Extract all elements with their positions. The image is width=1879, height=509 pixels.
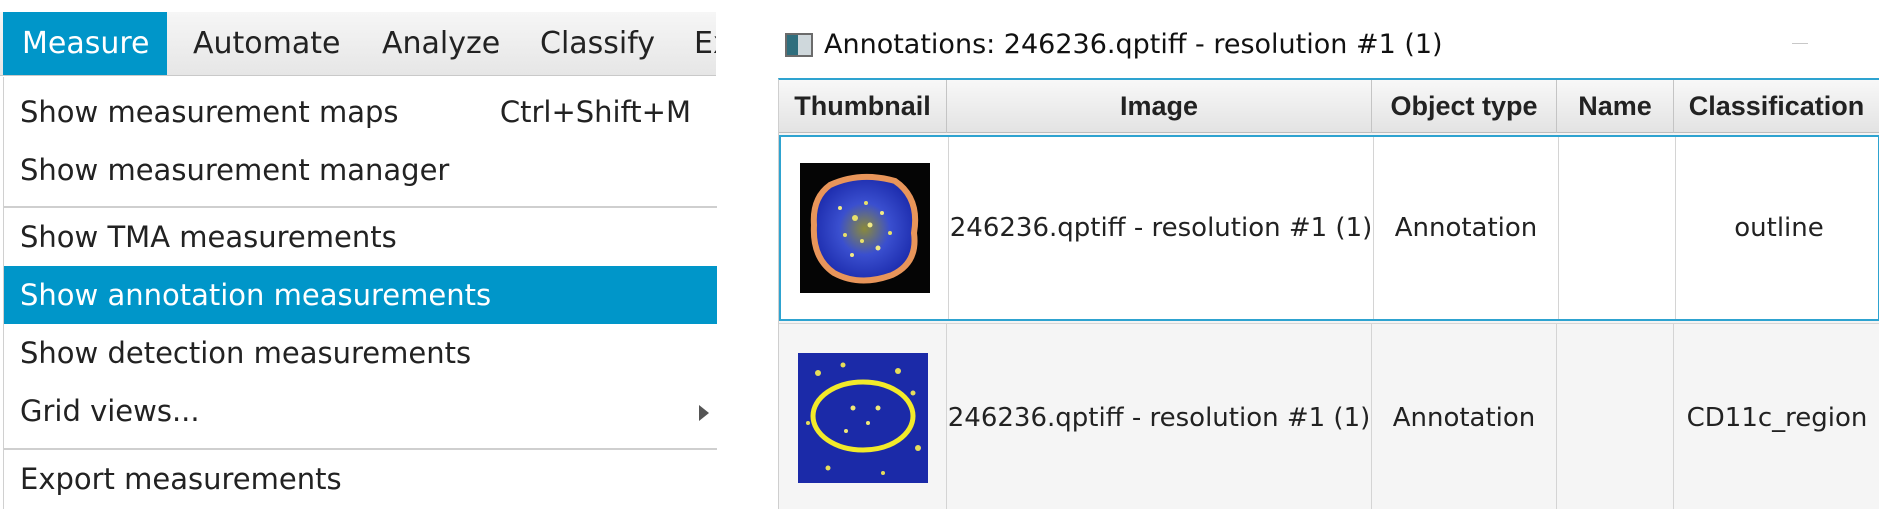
submenu-arrow-icon [699, 405, 709, 421]
measure-dropdown-menu: Show measurement maps Ctrl+Shift+M Show … [3, 77, 717, 509]
name-cell [1559, 137, 1676, 319]
menu-item-show-detection-measurements[interactable]: Show detection measurements [4, 324, 717, 382]
column-header-object-type[interactable]: Object type [1372, 80, 1557, 133]
thumbnail-cell [781, 137, 949, 319]
menu-item-label: Show measurement manager [20, 153, 450, 187]
table-header: Thumbnail Image Object type Name Classif… [779, 80, 1879, 133]
shortcut-label: Ctrl+Shift+M [499, 95, 691, 129]
menu-item-grid-views[interactable]: Grid views... [4, 382, 717, 440]
app-window-icon [785, 33, 813, 57]
table-row[interactable]: 246236.qptiff - resolution #1 (1) Annota… [779, 135, 1879, 321]
menu-classify[interactable]: Classify [540, 12, 655, 75]
menu-automate[interactable]: Automate [193, 12, 340, 75]
column-header-name[interactable]: Name [1557, 80, 1674, 133]
menu-item-label: Show annotation measurements [20, 278, 492, 312]
annotations-table: Thumbnail Image Object type Name Classif… [778, 78, 1879, 509]
column-header-classification[interactable]: Classification [1674, 80, 1879, 133]
menu-extensions[interactable]: Ex [694, 12, 716, 75]
menu-item-label: Grid views... [20, 394, 200, 428]
image-cell: 246236.qptiff - resolution #1 (1) [949, 137, 1374, 319]
menu-item-label: Show measurement maps [20, 95, 399, 129]
annotation-thumbnail-cd11c [797, 352, 928, 483]
minimize-icon[interactable] [1792, 43, 1808, 44]
window-title: Annotations: 246236.qptiff - resolution … [824, 29, 1443, 60]
menu-item-show-tma-measurements[interactable]: Show TMA measurements [4, 208, 717, 266]
column-header-thumbnail[interactable]: Thumbnail [779, 80, 947, 133]
image-cell: 246236.qptiff - resolution #1 (1) [947, 324, 1372, 509]
classification-cell: outline [1734, 213, 1824, 243]
name-cell [1557, 324, 1674, 509]
object-type-cell: Annotation [1374, 137, 1559, 319]
menu-bar: Measure Automate Analyze Classify Ex [0, 12, 716, 76]
menu-measure[interactable]: Measure [3, 12, 167, 75]
menu-item-label: Show TMA measurements [20, 220, 397, 254]
thumbnail-cell [779, 324, 947, 509]
table-row[interactable]: 246236.qptiff - resolution #1 (1) Annota… [779, 323, 1879, 509]
column-header-image[interactable]: Image [947, 80, 1372, 133]
object-type-cell: Annotation [1372, 324, 1557, 509]
annotation-thumbnail-outline [799, 163, 930, 293]
classification-cell: CD11c_region [1686, 402, 1868, 433]
menu-item-label: Show detection measurements [20, 336, 472, 370]
menu-item-export-measurements[interactable]: Export measurements [4, 450, 717, 508]
menu-item-show-annotation-measurements[interactable]: Show annotation measurements [4, 266, 717, 324]
menu-item-show-measurement-maps[interactable]: Show measurement maps Ctrl+Shift+M [4, 83, 717, 141]
menu-item-show-measurement-manager[interactable]: Show measurement manager [4, 141, 717, 199]
menu-analyze[interactable]: Analyze [382, 12, 500, 75]
menu-item-label: Export measurements [20, 462, 342, 496]
